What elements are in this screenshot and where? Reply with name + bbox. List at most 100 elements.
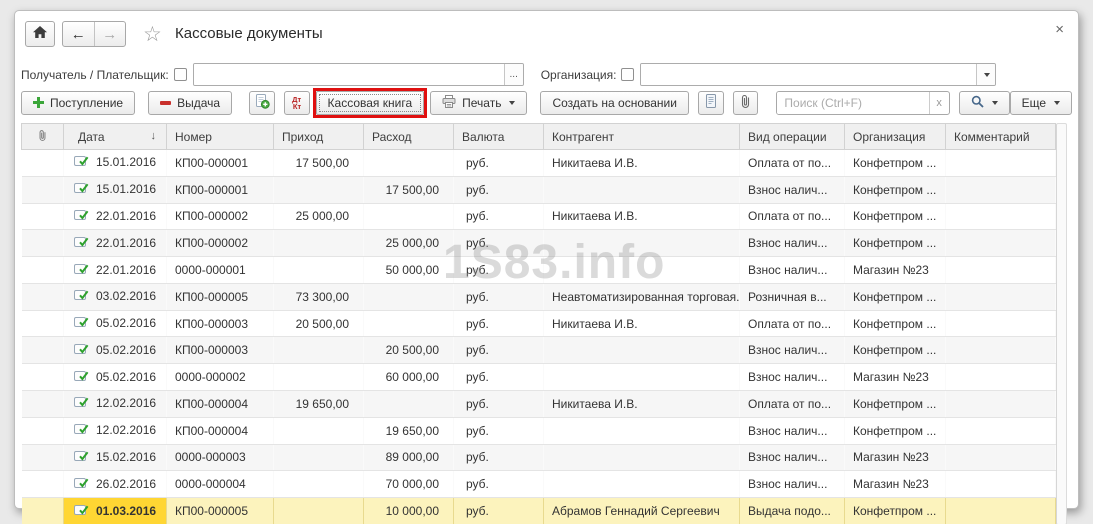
debit-credit-button[interactable]: Дт Кт [284, 91, 310, 115]
dropdown-caret-icon [984, 73, 990, 77]
table-row[interactable]: 15.01.2016 КП00-000001 17 500,00 руб. Вз… [22, 176, 1056, 203]
table-row[interactable]: 12.02.2016 КП00-000004 19 650,00 руб. Ни… [22, 391, 1056, 418]
payer-filter-input[interactable] [194, 64, 504, 85]
table-row[interactable]: 26.02.2016 0000-000004 70 000,00 руб. Вз… [22, 471, 1056, 498]
table-row[interactable]: 03.02.2016 КП00-000005 73 300,00 руб. Не… [22, 283, 1056, 310]
attachments-button[interactable] [733, 91, 759, 115]
posted-document-icon [74, 423, 89, 438]
column-header-currency[interactable]: Валюта [454, 124, 544, 150]
cell-contractor [544, 176, 740, 203]
cell-date: 05.02.2016 [64, 337, 167, 364]
search-input[interactable] [777, 92, 928, 114]
org-filter-checkbox[interactable] [621, 68, 634, 81]
filter-row: Получатель / Плательщик: ... Организация… [21, 63, 1072, 86]
receipt-button[interactable]: Поступление [21, 91, 135, 115]
posted-document-icon [74, 155, 89, 170]
cell-organization: Конфетпром ... [845, 230, 946, 257]
cell-comment [946, 176, 1056, 203]
search-menu-button[interactable] [959, 91, 1010, 115]
cell-comment [946, 310, 1056, 337]
cell-number: 0000-000002 [167, 364, 274, 391]
column-header-contractor[interactable]: Контрагент [544, 124, 740, 150]
print-button-label: Печать [462, 96, 501, 110]
copy-document-button[interactable] [249, 91, 275, 115]
table-row[interactable]: 15.02.2016 0000-000003 89 000,00 руб. Вз… [22, 444, 1056, 471]
table-row[interactable]: 05.02.2016 КП00-000003 20 500,00 руб. Вз… [22, 337, 1056, 364]
table-row[interactable]: 05.02.2016 КП00-000003 20 500,00 руб. Ни… [22, 310, 1056, 337]
posted-document-icon [74, 263, 89, 278]
table-row[interactable]: 22.01.2016 КП00-000002 25 000,00 руб. Вз… [22, 230, 1056, 257]
column-header-expense[interactable]: Расход [364, 124, 454, 150]
table-row[interactable]: 22.01.2016 0000-000001 50 000,00 руб. Вз… [22, 257, 1056, 284]
cell-contractor [544, 417, 740, 444]
cash-book-button[interactable]: Кассовая книга [316, 91, 425, 115]
table-row[interactable]: 15.01.2016 КП00-000001 17 500,00 руб. Ни… [22, 150, 1056, 177]
cell-operation: Взнос налич... [740, 230, 845, 257]
cell-operation: Взнос налич... [740, 176, 845, 203]
column-header-income[interactable]: Приход [274, 124, 364, 150]
cell-attach [22, 150, 64, 177]
cell-contractor: Абрамов Геннадий Сергеевич [544, 498, 740, 524]
table-header-row: Дата ↓ Номер Приход Расход Валюта Контра… [22, 124, 1056, 150]
column-header-number[interactable]: Номер [167, 124, 274, 150]
cell-currency: руб. [454, 471, 544, 498]
org-filter-field [640, 63, 996, 86]
cell-currency: руб. [454, 310, 544, 337]
cell-currency: руб. [454, 150, 544, 177]
column-header-comment[interactable]: Комментарий [946, 124, 1056, 150]
titlebar: ← → ☆ Кассовые документы × [15, 11, 1078, 55]
cell-operation: Взнос налич... [740, 471, 845, 498]
cell-operation: Взнос налич... [740, 364, 845, 391]
column-header-organization[interactable]: Организация [845, 124, 946, 150]
cell-expense [364, 150, 454, 177]
cell-expense: 20 500,00 [364, 337, 454, 364]
cell-currency: руб. [454, 230, 544, 257]
column-header-date[interactable]: Дата ↓ [64, 124, 167, 150]
forward-button[interactable]: → [94, 22, 126, 46]
org-filter-input[interactable] [641, 64, 976, 85]
cell-date: 22.01.2016 [64, 203, 167, 230]
back-button[interactable]: ← [63, 22, 94, 46]
cash-documents-window: ← → ☆ Кассовые документы × Получатель / … [14, 10, 1079, 509]
column-header-operation[interactable]: Вид операции [740, 124, 845, 150]
cell-attach [22, 498, 64, 524]
cell-contractor [544, 471, 740, 498]
cell-contractor: Неавтоматизированная торговая... [544, 283, 740, 310]
cell-organization: Магазин №23 [845, 471, 946, 498]
cell-date-text: 15.02.2016 [96, 450, 156, 464]
cell-organization: Магазин №23 [845, 257, 946, 284]
print-button[interactable]: Печать [430, 91, 527, 115]
column-header-attach[interactable] [22, 124, 64, 150]
cell-currency: руб. [454, 283, 544, 310]
create-based-on-button[interactable]: Создать на основании [540, 91, 689, 115]
create-based-on-label: Создать на основании [552, 96, 677, 110]
table-row[interactable]: 12.02.2016 КП00-000004 19 650,00 руб. Вз… [22, 417, 1056, 444]
cell-operation: Выдача подо... [740, 498, 845, 524]
vertical-scrollbar[interactable] [1056, 123, 1067, 524]
home-button[interactable] [25, 21, 55, 47]
close-icon[interactable]: × [1055, 21, 1064, 38]
table-row[interactable]: 22.01.2016 КП00-000002 25 000,00 руб. Ни… [22, 203, 1056, 230]
issue-button[interactable]: Выдача [148, 91, 232, 115]
payer-filter-checkbox[interactable] [174, 68, 187, 81]
cell-comment [946, 498, 1056, 524]
cell-organization: Конфетпром ... [845, 176, 946, 203]
cell-date: 12.02.2016 [64, 417, 167, 444]
minus-icon [160, 101, 171, 105]
cell-contractor [544, 444, 740, 471]
payer-ellipsis-button[interactable]: ... [504, 64, 523, 85]
favorite-star-icon[interactable]: ☆ [143, 22, 162, 47]
cell-number: КП00-000005 [167, 498, 274, 524]
paperclip-icon [38, 131, 47, 145]
table-row[interactable]: 05.02.2016 0000-000002 60 000,00 руб. Вз… [22, 364, 1056, 391]
cell-date: 05.02.2016 [64, 310, 167, 337]
table-row[interactable]: 01.03.2016 КП00-000005 10 000,00 руб. Аб… [22, 498, 1056, 524]
clear-search-button[interactable]: x [929, 92, 949, 114]
cell-date-text: 22.01.2016 [96, 263, 156, 277]
linked-documents-button[interactable] [698, 91, 724, 115]
posted-document-icon [74, 182, 89, 197]
cell-income: 25 000,00 [274, 203, 364, 230]
cell-comment [946, 150, 1056, 177]
more-button[interactable]: Еще [1010, 91, 1072, 115]
org-dropdown-button[interactable] [976, 64, 995, 85]
